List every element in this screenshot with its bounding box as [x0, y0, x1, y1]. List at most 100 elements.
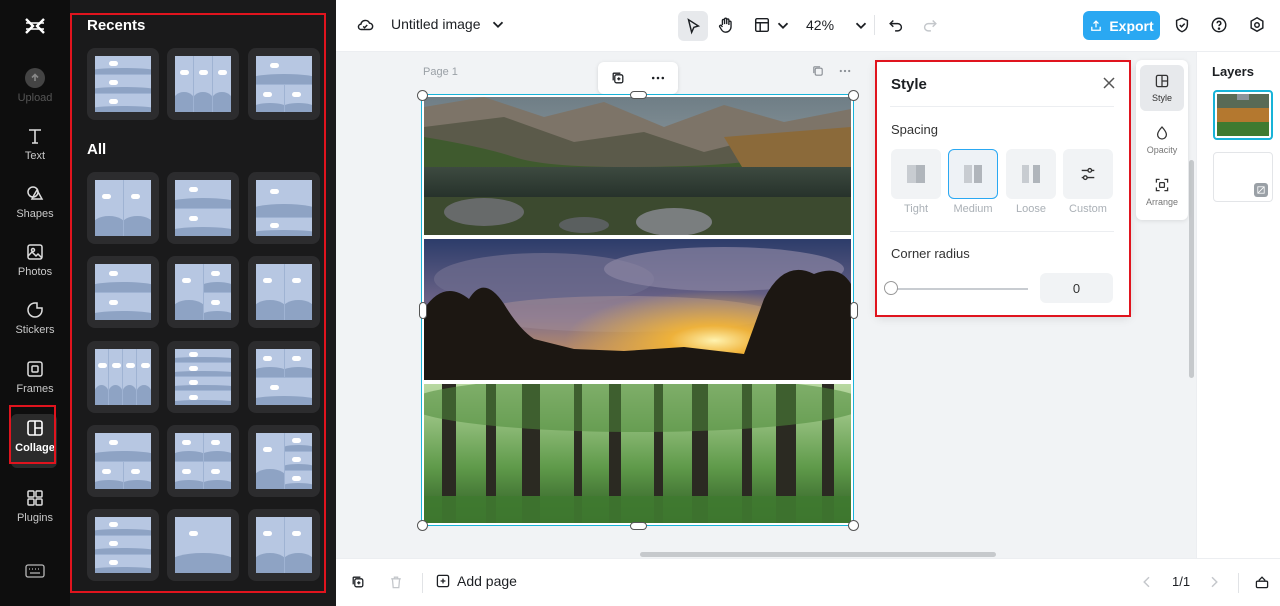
template-cell: [256, 218, 312, 236]
select-tool-button[interactable]: [678, 11, 708, 41]
more-options-icon[interactable]: [650, 70, 666, 86]
tool-arrange[interactable]: Arrange: [1140, 169, 1184, 215]
capcut-logo-icon[interactable]: [20, 12, 50, 40]
collage-template[interactable]: [167, 509, 239, 581]
template-thumbnail: [256, 264, 312, 320]
style-panel-title: Style: [891, 76, 927, 93]
layers-title: Layers: [1212, 64, 1254, 79]
settings-button[interactable]: [1248, 16, 1266, 34]
collage-template[interactable]: [248, 256, 320, 328]
undo-button[interactable]: [887, 16, 905, 34]
resize-handle-top[interactable]: [630, 91, 647, 99]
vertical-scrollbar[interactable]: [1189, 160, 1194, 378]
previous-page-button[interactable]: [1139, 574, 1155, 590]
close-icon[interactable]: [1102, 76, 1116, 90]
page-more-icon[interactable]: [838, 64, 852, 81]
template-cell: [285, 433, 312, 451]
rail-item-photos[interactable]: Photos: [0, 242, 70, 296]
template-cell: [204, 264, 231, 292]
export-button[interactable]: Export: [1083, 11, 1160, 40]
recent-collage-template[interactable]: [87, 48, 159, 120]
keyboard-shortcuts-icon[interactable]: [25, 564, 45, 578]
recent-collage-template[interactable]: [167, 48, 239, 120]
collage-template[interactable]: [167, 341, 239, 413]
duplicate-page-icon[interactable]: [811, 64, 825, 81]
collage-template[interactable]: [248, 425, 320, 497]
hand-tool-button[interactable]: [717, 16, 735, 34]
sunset-clouds-photo[interactable]: [424, 239, 851, 380]
page-count: 1/1: [1172, 574, 1191, 589]
collage-template[interactable]: [248, 172, 320, 244]
document-title[interactable]: Untitled image: [391, 15, 507, 33]
recent-collage-template[interactable]: [248, 48, 320, 120]
template-thumbnail: [95, 264, 151, 320]
resize-handle-tl[interactable]: [417, 90, 428, 101]
zoom-dropdown[interactable]: 42%: [806, 16, 870, 34]
shield-button[interactable]: [1173, 16, 1191, 34]
collage-template[interactable]: [167, 425, 239, 497]
layout-menu-button[interactable]: [753, 16, 792, 34]
template-cell: [175, 433, 203, 461]
cloud-save-icon[interactable]: [356, 16, 374, 34]
resize-handle-left[interactable]: [419, 302, 427, 319]
collage-template[interactable]: [248, 509, 320, 581]
collage-frame[interactable]: [421, 94, 854, 526]
delete-page-button[interactable]: [388, 574, 404, 590]
shield-icon: [1175, 17, 1189, 33]
rail-item-upload[interactable]: Upload: [0, 68, 70, 122]
template-cell: [95, 56, 151, 74]
collage-template[interactable]: [87, 425, 159, 497]
collage-template[interactable]: [167, 256, 239, 328]
rail-item-stickers[interactable]: Stickers: [0, 300, 70, 354]
spacing-option-custom[interactable]: [1063, 149, 1113, 199]
collage-template[interactable]: [87, 172, 159, 244]
chevron-down-icon: [855, 22, 867, 29]
add-page-button[interactable]: Add page: [435, 573, 517, 589]
rail-item-collage[interactable]: Collage: [0, 414, 70, 472]
next-page-button[interactable]: [1206, 574, 1222, 590]
resize-handle-tr[interactable]: [848, 90, 859, 101]
corner-radius-slider-knob[interactable]: [884, 281, 898, 295]
corner-radius-input[interactable]: 0: [1040, 273, 1113, 303]
mountain-lake-photo[interactable]: [424, 97, 851, 235]
resize-handle-bl[interactable]: [417, 520, 428, 531]
rail-item-frames[interactable]: Frames: [0, 359, 70, 413]
layout-icon: [754, 17, 770, 33]
forest-photo[interactable]: [424, 384, 851, 523]
redo-button[interactable]: [921, 16, 939, 34]
template-thumbnail: [175, 433, 231, 489]
horizontal-scrollbar[interactable]: [640, 552, 996, 557]
help-button[interactable]: [1210, 16, 1228, 34]
export-label: Export: [1109, 17, 1154, 34]
corner-radius-slider-track[interactable]: [888, 288, 1028, 290]
page-overview-button[interactable]: [1254, 574, 1270, 590]
tool-opacity[interactable]: Opacity: [1140, 117, 1184, 163]
spacing-tight-icon: [907, 165, 925, 183]
tool-style[interactable]: Style: [1140, 65, 1184, 111]
rail-item-plugins[interactable]: Plugins: [0, 488, 70, 542]
collage-template[interactable]: [87, 509, 159, 581]
resize-handle-br[interactable]: [848, 520, 859, 531]
resize-handle-right[interactable]: [850, 302, 858, 319]
collage-template[interactable]: [248, 341, 320, 413]
spacing-option-tight[interactable]: [891, 149, 941, 199]
bottombar-divider: [1238, 573, 1239, 593]
spacing-option-medium[interactable]: [948, 149, 998, 199]
template-cell: [95, 462, 123, 489]
layer-page-thumbnail[interactable]: [1213, 152, 1273, 202]
help-icon: [1211, 17, 1227, 33]
all-heading: All: [87, 141, 107, 158]
layer-collage-thumbnail[interactable]: [1213, 90, 1273, 140]
collage-template[interactable]: [87, 256, 159, 328]
template-cell: [95, 349, 108, 405]
duplicate-page-button[interactable]: [350, 574, 366, 590]
collage-template[interactable]: [87, 341, 159, 413]
spacing-option-loose[interactable]: [1006, 149, 1056, 199]
replace-icon[interactable]: [610, 70, 626, 86]
resize-handle-bottom[interactable]: [630, 522, 647, 530]
template-cell: [175, 462, 203, 489]
rail-item-text[interactable]: Text: [0, 126, 70, 180]
add-page-label: Add page: [457, 573, 517, 589]
rail-item-shapes[interactable]: Shapes: [0, 184, 70, 238]
collage-template[interactable]: [167, 172, 239, 244]
